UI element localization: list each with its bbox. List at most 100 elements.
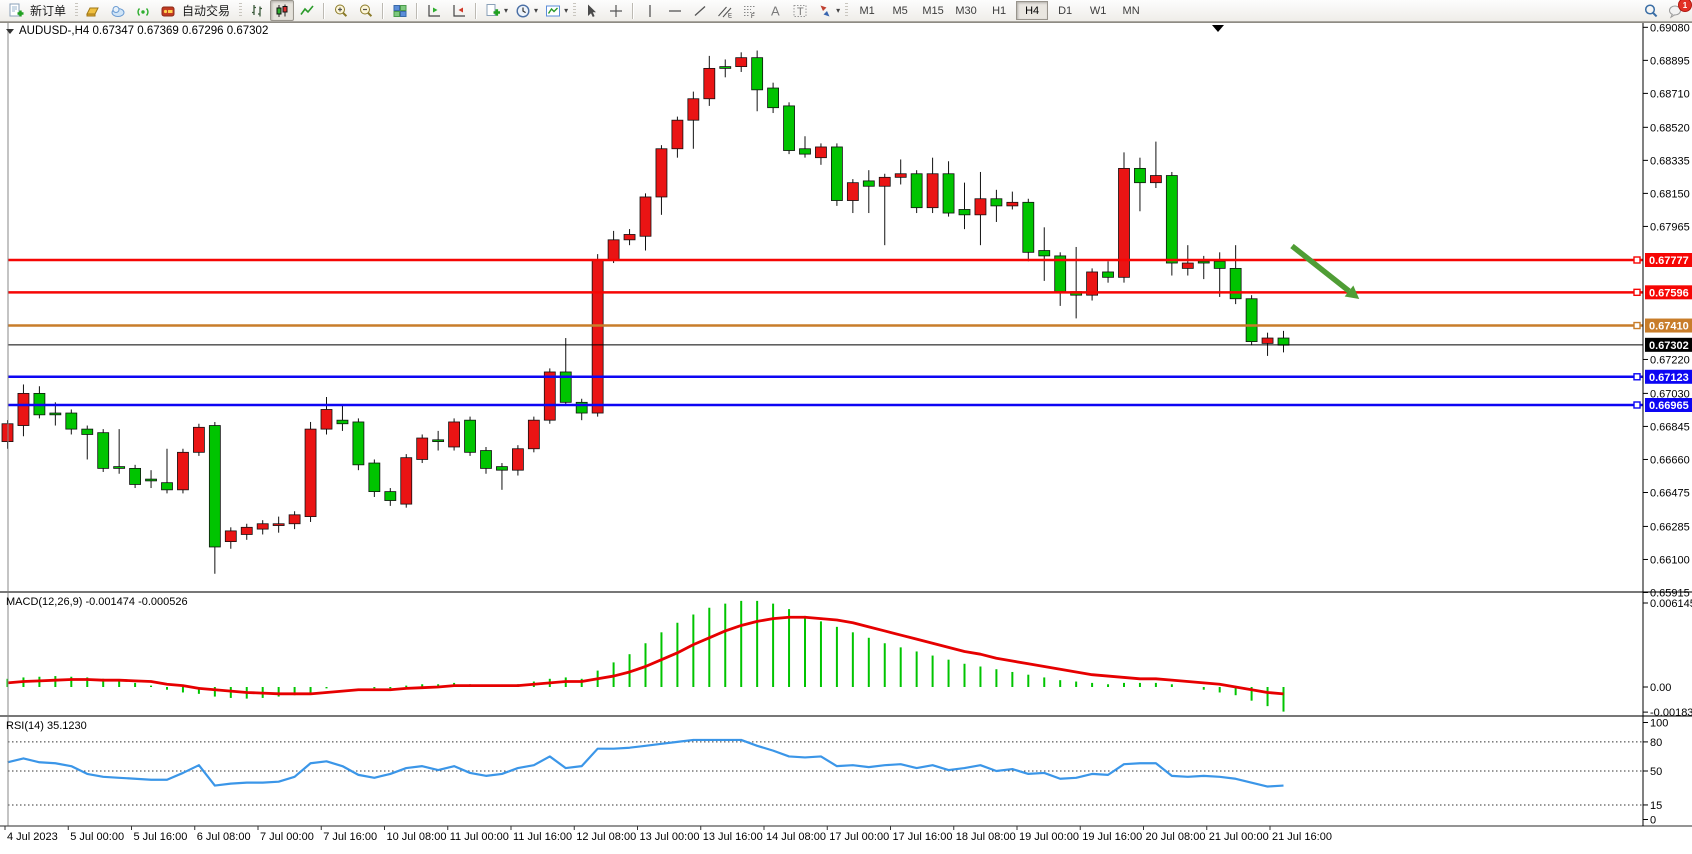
price-tick-label: 0.66660 <box>1650 454 1690 466</box>
price-tick-label: 0.68895 <box>1650 55 1690 67</box>
chart-background <box>0 23 1692 849</box>
price-tick-label: 0.66100 <box>1650 554 1690 566</box>
auto-scroll-button[interactable] <box>447 0 471 21</box>
indicators-icon <box>545 3 561 19</box>
tile-windows-button[interactable] <box>388 0 412 21</box>
candlestick-chart-button[interactable] <box>270 0 294 21</box>
trendline-button[interactable] <box>688 0 712 21</box>
bullish-candle <box>289 515 300 524</box>
toolbar-grip <box>75 3 78 18</box>
bearish-candle <box>784 106 795 151</box>
time-tick-label: 10 Jul 08:00 <box>387 831 447 843</box>
new-template-button[interactable] <box>481 0 505 21</box>
svg-text:T: T <box>797 6 804 18</box>
rsi-tick-label: 0 <box>1650 815 1656 827</box>
bullish-candle <box>592 259 603 413</box>
svg-text:F: F <box>751 14 755 19</box>
macd-tick-label: 0.00 <box>1650 682 1671 694</box>
price-level-badge-label: 0.67777 <box>1649 255 1689 267</box>
bearish-candle <box>496 467 507 471</box>
rsi-label: RSI(14) 35.1230 <box>6 720 87 732</box>
fibonacci-button[interactable]: F <box>738 0 762 21</box>
bar-chart-button[interactable] <box>245 0 269 21</box>
search-button[interactable] <box>1639 0 1663 21</box>
signals-button[interactable] <box>131 0 155 21</box>
chart-shift-button[interactable] <box>422 0 446 21</box>
line-chart-button[interactable] <box>295 0 319 21</box>
svg-text:A: A <box>771 3 780 18</box>
toolbar-separator <box>382 3 384 19</box>
audusd-h4-chart[interactable]: 0.690800.688950.687100.685200.683350.681… <box>0 23 1692 849</box>
price-tick-label: 0.66845 <box>1650 421 1690 433</box>
bearish-candle <box>1198 261 1209 263</box>
timeframe-mn[interactable]: MN <box>1115 1 1147 20</box>
cursor-icon <box>583 3 599 19</box>
bearish-candle <box>481 451 492 469</box>
timeframe-m1[interactable]: M1 <box>851 1 883 20</box>
text-label-button[interactable]: T <box>788 0 812 21</box>
bullish-candle <box>241 527 252 534</box>
indicators-button[interactable] <box>541 0 565 21</box>
new-order-label[interactable]: 新订单 <box>29 2 72 19</box>
time-tick-label: 21 Jul 16:00 <box>1272 831 1332 843</box>
equidistant-channel-button[interactable]: E <box>713 0 737 21</box>
crosshair-button[interactable] <box>604 0 628 21</box>
text-button[interactable]: A <box>763 0 787 21</box>
cursor-button[interactable] <box>579 0 603 21</box>
publisher-button[interactable] <box>106 0 130 21</box>
time-tick-label: 19 Jul 16:00 <box>1082 831 1142 843</box>
auto-trading-label[interactable]: 自动交易 <box>181 2 236 19</box>
time-tick-label: 7 Jul 16:00 <box>323 831 377 843</box>
timeframe-d1[interactable]: D1 <box>1049 1 1081 20</box>
timeframe-m5[interactable]: M5 <box>884 1 916 20</box>
rsi-tick-label: 50 <box>1650 766 1662 778</box>
price-level-badge-label: 0.67410 <box>1649 321 1689 333</box>
timeframe-m15[interactable]: M15 <box>917 1 949 20</box>
arrows-button[interactable] <box>813 0 837 21</box>
timeframe-m30[interactable]: M30 <box>950 1 982 20</box>
history-center-button[interactable] <box>81 0 105 21</box>
period-dropdown[interactable]: ▾ <box>534 6 540 15</box>
price-level-badge-label: 0.67302 <box>1649 340 1689 352</box>
timeframe-w1[interactable]: W1 <box>1082 1 1114 20</box>
arrows-dropdown[interactable]: ▾ <box>836 6 842 15</box>
chart-shift-icon <box>426 3 442 19</box>
clock-icon <box>515 3 531 19</box>
line-chart-icon <box>299 3 315 19</box>
crosshair-icon <box>608 3 624 19</box>
bearish-candle <box>66 413 77 429</box>
indicators-dropdown[interactable]: ▾ <box>564 6 570 15</box>
text-label-icon: T <box>792 3 808 19</box>
equidistant-channel-icon: E <box>717 3 733 19</box>
period-button[interactable] <box>511 0 535 21</box>
toolbar-separator <box>416 3 418 19</box>
bearish-candle <box>98 433 109 469</box>
time-tick-label: 21 Jul 00:00 <box>1209 831 1269 843</box>
bullish-candle <box>544 372 555 420</box>
bearish-candle <box>369 463 380 492</box>
bullish-candle <box>608 240 619 260</box>
bearish-candle <box>831 147 842 201</box>
horizontal-line-button[interactable] <box>663 0 687 21</box>
new-order-button[interactable] <box>4 0 28 21</box>
notifications-button[interactable]: 1 <box>1664 0 1688 21</box>
zoom-out-button[interactable] <box>354 0 378 21</box>
zoom-in-button[interactable] <box>329 0 353 21</box>
toolbar-separator <box>323 3 325 19</box>
timeframe-h1[interactable]: H1 <box>983 1 1015 20</box>
bearish-candle <box>1230 268 1241 298</box>
notification-badge: 1 <box>1678 0 1692 12</box>
bullish-candle <box>321 409 332 429</box>
price-tick-label: 0.68335 <box>1650 155 1690 167</box>
time-tick-label: 11 Jul 16:00 <box>513 831 572 843</box>
time-tick-label: 14 Jul 08:00 <box>766 831 826 843</box>
zoom-out-icon <box>358 3 374 19</box>
timeframe-h4[interactable]: H4 <box>1016 1 1048 20</box>
bearish-candle <box>800 149 811 154</box>
auto-trading-button[interactable] <box>156 0 180 21</box>
time-tick-label: 13 Jul 00:00 <box>640 831 700 843</box>
new-template-dropdown[interactable]: ▾ <box>504 6 510 15</box>
bearish-candle <box>385 492 396 501</box>
vertical-line-button[interactable] <box>638 0 662 21</box>
bullish-candle <box>1150 176 1161 183</box>
